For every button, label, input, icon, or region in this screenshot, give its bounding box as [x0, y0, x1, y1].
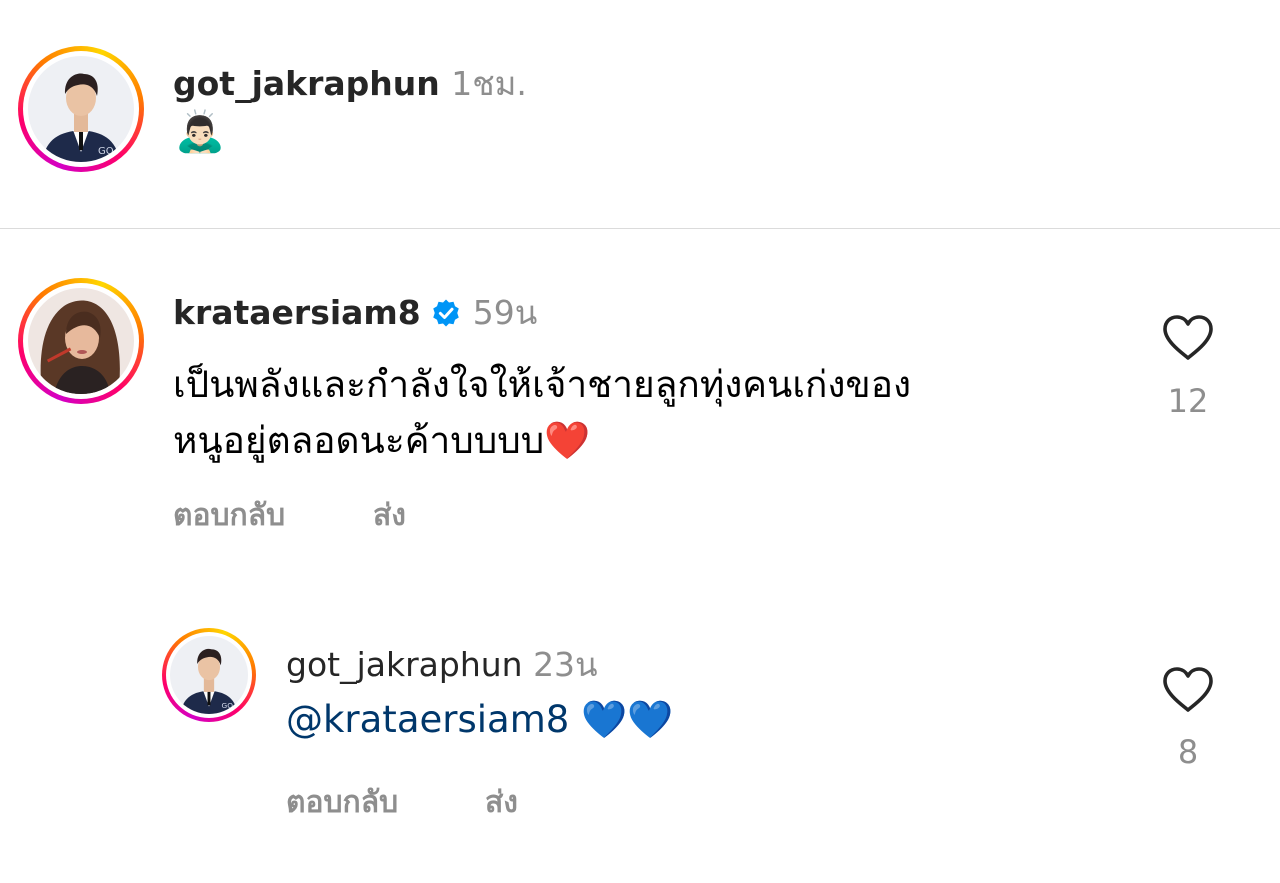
- reply-author-avatar[interactable]: GO: [162, 628, 256, 722]
- comment-text-line-1: เป็นพลังและกำลังใจให้เจ้าชายลูกทุ่งคนเก่…: [173, 363, 912, 406]
- comment-text-line-2-text: หนูอยู่ตลอดนะค้าบบบบ: [173, 419, 545, 462]
- verified-badge-icon: [433, 299, 459, 326]
- svg-text:GO: GO: [222, 701, 234, 710]
- post-author-header: got_jakraphun 1ชม.: [173, 57, 527, 110]
- comment-send-button[interactable]: ส่ง: [373, 492, 406, 539]
- reply-like-count: 8: [1177, 733, 1199, 771]
- comment-reply-button[interactable]: ตอบกลับ: [173, 492, 285, 539]
- commenter-username[interactable]: krataersiam8: [173, 293, 421, 332]
- reply-username[interactable]: got_jakraphun: [286, 645, 523, 684]
- reply-reply-button[interactable]: ตอบกลับ: [286, 779, 398, 826]
- blue-hearts-emoji: 💙💙: [581, 698, 674, 741]
- reply-mention-link[interactable]: @krataersiam8: [286, 698, 569, 741]
- reply-like-heart-icon[interactable]: [1161, 666, 1215, 714]
- commenter-header: krataersiam8 59น: [173, 286, 537, 339]
- reply-text: @krataersiam8 💙💙: [286, 698, 673, 742]
- commenter-avatar[interactable]: [18, 278, 144, 404]
- red-heart-emoji: ❤️: [544, 419, 591, 462]
- avatar-photo-got-small: GO: [170, 636, 248, 714]
- reply-header: got_jakraphun 23น: [286, 638, 598, 691]
- reply-send-button[interactable]: ส่ง: [485, 779, 518, 826]
- comment-time: 59น: [472, 293, 538, 332]
- comments-screen: GO got_jakraphun 1ชม. 🙇🏻‍♂️ krataersiam8: [0, 0, 1280, 883]
- comment-text-line-2: หนูอยู่ตลอดนะค้าบบบบ❤️: [173, 411, 590, 470]
- post-author-avatar[interactable]: GO: [18, 46, 144, 172]
- reply-time: 23น: [533, 645, 598, 684]
- post-caption: 🙇🏻‍♂️: [175, 109, 225, 155]
- comment-like-heart-icon[interactable]: [1161, 314, 1215, 362]
- avatar-photo-got: GO: [28, 56, 134, 162]
- comment-like-count: 12: [1167, 382, 1209, 420]
- divider: [0, 228, 1280, 229]
- svg-text:GO: GO: [98, 146, 114, 157]
- post-time: 1ชม.: [451, 64, 527, 103]
- avatar-photo-krataersiam8: [28, 288, 134, 394]
- post-author-username[interactable]: got_jakraphun: [173, 64, 440, 103]
